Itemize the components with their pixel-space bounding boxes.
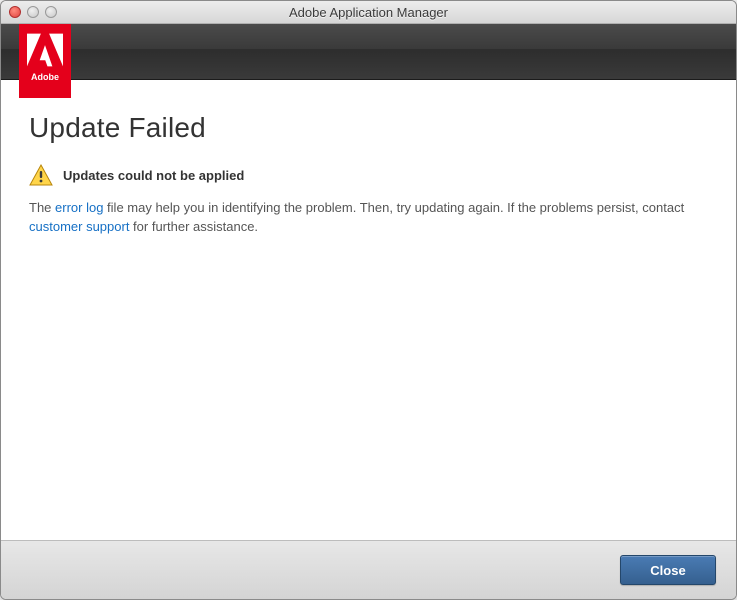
window-close-button[interactable] xyxy=(9,6,21,18)
customer-support-link[interactable]: customer support xyxy=(29,219,129,234)
adobe-logo-icon xyxy=(27,30,63,70)
app-window: Adobe Application Manager Adobe Update F… xyxy=(0,0,737,600)
close-button[interactable]: Close xyxy=(620,555,716,585)
traffic-lights xyxy=(1,6,57,18)
window-title: Adobe Application Manager xyxy=(1,5,736,20)
body-text-mid: file may help you in identifying the pro… xyxy=(103,200,684,215)
error-body-text: The error log file may help you in ident… xyxy=(29,199,708,237)
page-title: Update Failed xyxy=(29,112,708,144)
titlebar: Adobe Application Manager xyxy=(1,1,736,24)
adobe-wordmark: Adobe xyxy=(31,72,59,82)
window-minimize-button[interactable] xyxy=(27,6,39,18)
body-text-suffix: for further assistance. xyxy=(129,219,258,234)
window-zoom-button[interactable] xyxy=(45,6,57,18)
footer-bar: Close xyxy=(1,540,736,599)
warning-icon xyxy=(29,164,53,186)
adobe-logo: Adobe xyxy=(19,24,71,98)
alert-row: Updates could not be applied xyxy=(29,164,708,186)
header-strip: Adobe xyxy=(1,24,736,80)
error-log-link[interactable]: error log xyxy=(55,200,103,215)
alert-subheading: Updates could not be applied xyxy=(63,168,244,183)
body-text-prefix: The xyxy=(29,200,55,215)
content-area: Update Failed Updates could not be appli… xyxy=(1,80,736,540)
